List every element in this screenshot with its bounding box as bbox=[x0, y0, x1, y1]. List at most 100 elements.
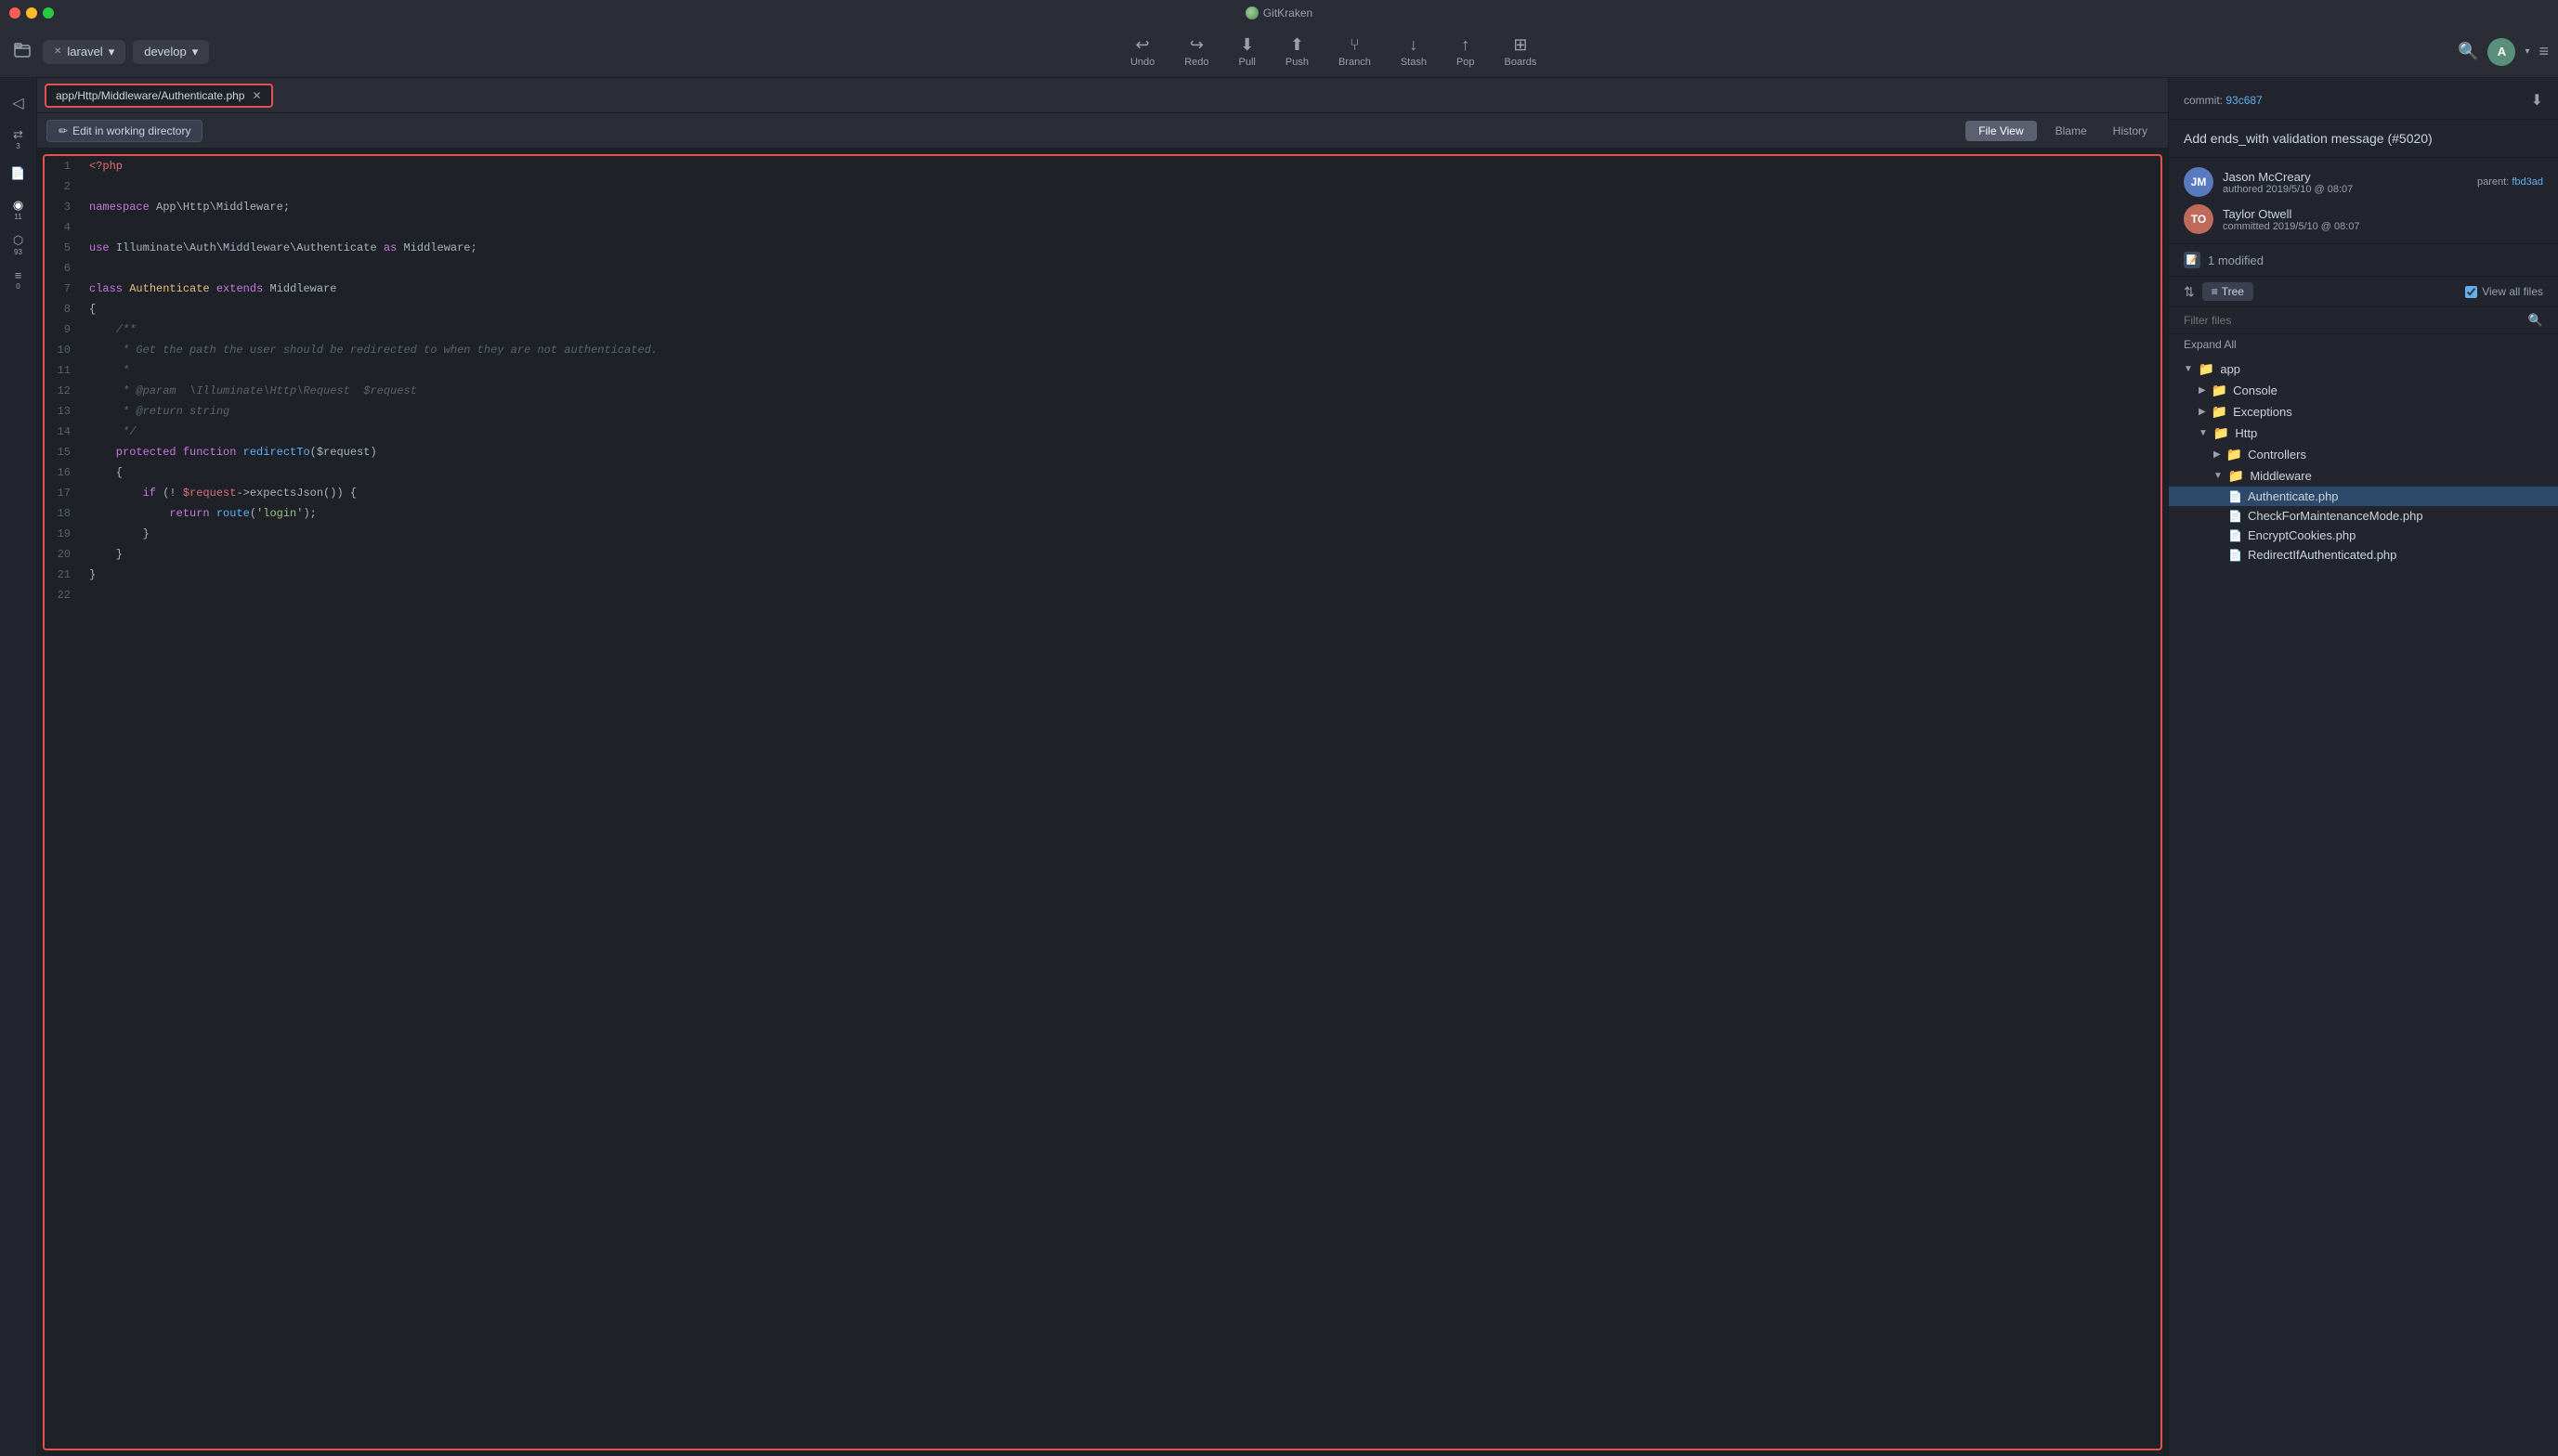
modified-icon: 📝 bbox=[2184, 252, 2200, 268]
folder-http[interactable]: ▼ 📁 Http bbox=[2169, 422, 2558, 444]
file-authenticate[interactable]: 📄 Authenticate.php bbox=[2169, 487, 2558, 506]
files-section: 📝 1 modified ⇅ ≡ Tree View all files 🔍 bbox=[2169, 244, 2558, 1456]
folder-app[interactable]: ▼ 📁 app bbox=[2169, 358, 2558, 380]
committer-row: TO Taylor Otwell committed 2019/5/10 @ 0… bbox=[2184, 204, 2543, 234]
code-line-15: 15 protected function redirectTo($reques… bbox=[45, 442, 2160, 462]
code-line-11: 11 * bbox=[45, 360, 2160, 381]
code-line-2: 2 bbox=[45, 176, 2160, 197]
branch-tab[interactable]: develop ▾ bbox=[133, 40, 209, 64]
folder-arrow-icon: ▼ bbox=[2184, 364, 2193, 374]
folder-open-icon: 📁 bbox=[2228, 468, 2244, 484]
code-line-22: 22 bbox=[45, 585, 2160, 605]
view-all-files-checkbox[interactable] bbox=[2465, 286, 2477, 298]
code-line-4: 4 bbox=[45, 217, 2160, 238]
code-line-19: 19 } bbox=[45, 524, 2160, 544]
file-tabbar: app/Http/Middleware/Authenticate.php ✕ bbox=[37, 78, 2168, 113]
file-view-button[interactable]: File View bbox=[1965, 121, 2036, 141]
tab-close-icon[interactable]: ✕ bbox=[54, 46, 61, 57]
avatar[interactable]: A bbox=[2487, 38, 2515, 66]
edit-in-working-dir-button[interactable]: ✏ Edit in working directory bbox=[46, 120, 202, 142]
folder-name-app: app bbox=[2220, 362, 2240, 376]
pencil-icon: ✏ bbox=[59, 124, 68, 137]
redo-icon: ↪ bbox=[1190, 35, 1204, 55]
files-toolbar: ⇅ ≡ Tree View all files bbox=[2169, 277, 2558, 307]
sidebar-changes-button[interactable]: 📄 bbox=[3, 158, 34, 189]
redo-button[interactable]: ↪ Redo bbox=[1177, 32, 1216, 72]
commit-message: Add ends_with validation message (#5020) bbox=[2169, 120, 2558, 158]
code-line-16: 16 { bbox=[45, 462, 2160, 483]
sidebar-graph-button[interactable]: ◉ 11 bbox=[3, 193, 34, 225]
pop-button[interactable]: ↑ Pop bbox=[1449, 32, 1482, 72]
close-dot[interactable] bbox=[9, 7, 20, 19]
folder-middleware[interactable]: ▼ 📁 Middleware bbox=[2169, 465, 2558, 487]
committer-name: Taylor Otwell bbox=[2223, 207, 2543, 221]
branch-icon: ⑂ bbox=[1350, 35, 1360, 55]
file-tab: app/Http/Middleware/Authenticate.php ✕ bbox=[45, 84, 273, 108]
file-name-encrypt-cookies: EncryptCookies.php bbox=[2248, 528, 2356, 542]
history-button[interactable]: History bbox=[2102, 121, 2159, 141]
file-redirect-if-auth[interactable]: 📄 RedirectIfAuthenticated.php bbox=[2169, 545, 2558, 565]
code-line-14: 14 */ bbox=[45, 422, 2160, 442]
code-area[interactable]: 1 <?php 2 3 namespace App\Http\Middlewar… bbox=[43, 154, 2162, 1450]
pull-button[interactable]: ⬇ Pull bbox=[1232, 32, 1263, 72]
file-icon: 📄 bbox=[2228, 549, 2242, 562]
folder-open-icon: 📁 bbox=[2199, 361, 2214, 377]
folder-closed-icon: 📁 bbox=[2226, 447, 2242, 462]
sidebar-diff-button[interactable]: ⇄ 3 bbox=[3, 123, 34, 154]
file-encrypt-cookies[interactable]: 📄 EncryptCookies.php bbox=[2169, 526, 2558, 545]
folder-exceptions[interactable]: ▶ 📁 Exceptions bbox=[2169, 401, 2558, 422]
file-name-check-maintenance: CheckForMaintenanceMode.php bbox=[2248, 509, 2423, 523]
file-name-redirect-if-auth: RedirectIfAuthenticated.php bbox=[2248, 548, 2396, 562]
committer-avatar-to: TO bbox=[2184, 204, 2213, 234]
folder-console[interactable]: ▶ 📁 Console bbox=[2169, 380, 2558, 401]
code-line-18: 18 return route('login'); bbox=[45, 503, 2160, 524]
toolbar-right: 🔍 A ▾ ≡ bbox=[2458, 38, 2549, 66]
committer-info: Taylor Otwell committed 2019/5/10 @ 08:0… bbox=[2223, 207, 2543, 232]
filter-bar: 🔍 bbox=[2169, 307, 2558, 334]
more-button[interactable]: ≡ bbox=[2538, 42, 2549, 61]
code-line-3: 3 namespace App\Http\Middleware; bbox=[45, 197, 2160, 217]
minimize-dot[interactable] bbox=[26, 7, 37, 19]
view-toggle: File View bbox=[1965, 121, 2036, 141]
author-detail: authored 2019/5/10 @ 08:07 bbox=[2223, 184, 2468, 195]
file-controls: ✏ Edit in working directory File View Bl… bbox=[37, 113, 2168, 149]
blame-button[interactable]: Blame bbox=[2044, 121, 2098, 141]
sidebar-icons: ◁ ⇄ 3 📄 ◉ 11 ⬡ 93 ≡ 0 bbox=[0, 78, 37, 1456]
folder-name-controllers: Controllers bbox=[2248, 448, 2306, 462]
right-panel: commit: 93c687 ⬇ Add ends_with validatio… bbox=[2168, 78, 2558, 1456]
folder-controllers[interactable]: ▶ 📁 Controllers bbox=[2169, 444, 2558, 465]
tree-toggle-button[interactable]: ≡ Tree bbox=[2202, 282, 2253, 301]
open-repo-button[interactable] bbox=[9, 37, 35, 66]
push-button[interactable]: ⬆ Push bbox=[1278, 32, 1316, 72]
undo-button[interactable]: ↩ Undo bbox=[1123, 32, 1162, 72]
file-check-maintenance[interactable]: 📄 CheckForMaintenanceMode.php bbox=[2169, 506, 2558, 526]
stash-button[interactable]: ↓ Stash bbox=[1393, 32, 1434, 72]
code-line-17: 17 if (! $request->expectsJson()) { bbox=[45, 483, 2160, 503]
sidebar-back-button[interactable]: ◁ bbox=[3, 87, 34, 119]
search-button[interactable]: 🔍 bbox=[2458, 42, 2478, 61]
file-icon: 📄 bbox=[2228, 510, 2242, 523]
files-header: 📝 1 modified bbox=[2169, 244, 2558, 277]
app-title: GitKraken bbox=[1246, 6, 1312, 20]
boards-button[interactable]: ⊞ Boards bbox=[1497, 32, 1545, 72]
branch-button[interactable]: ⑂ Branch bbox=[1331, 32, 1378, 72]
code-line-8: 8 { bbox=[45, 299, 2160, 319]
download-button[interactable]: ⬇ bbox=[2531, 91, 2543, 110]
content-area: app/Http/Middleware/Authenticate.php ✕ ✏… bbox=[37, 78, 2168, 1456]
filter-files-input[interactable] bbox=[2184, 314, 2528, 327]
code-line-12: 12 * @param \Illuminate\Http\Request $re… bbox=[45, 381, 2160, 401]
hex-icon: ⬡ bbox=[13, 233, 23, 248]
sidebar-hex-button[interactable]: ⬡ 93 bbox=[3, 228, 34, 260]
sidebar-layers-button[interactable]: ≡ 0 bbox=[3, 264, 34, 295]
repo-tab[interactable]: ✕ laravel ▾ bbox=[43, 40, 125, 64]
sort-button[interactable]: ⇅ bbox=[2184, 284, 2195, 300]
diff-icon: ⇄ bbox=[13, 127, 23, 142]
file-tab-close-button[interactable]: ✕ bbox=[252, 89, 261, 102]
folder-name-console: Console bbox=[2233, 384, 2277, 397]
file-icon: 📄 bbox=[2228, 490, 2242, 503]
view-all-files-label[interactable]: View all files bbox=[2465, 285, 2543, 298]
maximize-dot[interactable] bbox=[43, 7, 54, 19]
expand-all-button[interactable]: Expand All bbox=[2169, 334, 2558, 355]
folder-name-exceptions: Exceptions bbox=[2233, 405, 2292, 419]
file-name-authenticate: Authenticate.php bbox=[2248, 489, 2339, 503]
